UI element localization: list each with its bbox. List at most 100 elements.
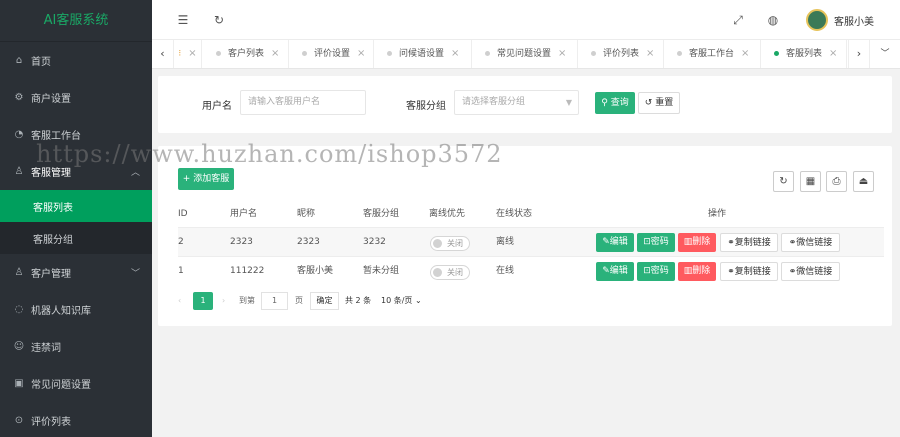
- fullscreen-icon[interactable]: ⤢: [731, 13, 745, 27]
- goto-page-input[interactable]: 1: [261, 292, 288, 310]
- cell-nickname: 客服小美: [297, 266, 334, 276]
- sidebar-item-robot-kb[interactable]: ◌ 机器人知识库: [0, 291, 152, 328]
- sidebar-item-label: 客服列表: [33, 202, 73, 214]
- refresh-icon[interactable]: ↻: [212, 13, 226, 27]
- copy-link-button[interactable]: ⚭复制链接: [720, 262, 778, 281]
- close-icon[interactable]: ×: [558, 48, 566, 59]
- tab-faq-settings[interactable]: 常见问题设置 ×: [473, 40, 578, 68]
- cell-status: 离线: [496, 237, 515, 247]
- wechat-link-button[interactable]: ⚭微信链接: [781, 262, 840, 281]
- page-suffix: 页: [295, 296, 303, 305]
- offline-first-toggle[interactable]: 关闭: [430, 265, 470, 280]
- close-icon[interactable]: ×: [451, 48, 459, 59]
- tab-greeting-settings[interactable]: 问候语设置 ×: [375, 40, 472, 68]
- tab-review-list[interactable]: 评价列表 ×: [579, 40, 664, 68]
- export-icon[interactable]: ⏏: [853, 171, 874, 192]
- sidebar-item-label: 商户设置: [31, 94, 71, 105]
- next-page-icon[interactable]: ›: [222, 292, 225, 310]
- question-icon: ▣: [14, 378, 24, 389]
- sidebar-item-agent-list[interactable]: 客服列表: [0, 190, 152, 222]
- sidebar-item-faq-settings[interactable]: ▣ 常见问题设置: [0, 365, 152, 402]
- star-icon: ⊙: [14, 415, 24, 426]
- wechat-link-button[interactable]: ⚭微信链接: [781, 233, 840, 252]
- column-header: 用户名: [230, 209, 258, 219]
- delete-button[interactable]: ▥删除: [678, 262, 716, 281]
- page-number-current[interactable]: 1: [193, 292, 213, 310]
- sidebar-item-label: 违禁词: [31, 343, 61, 354]
- tab-overflow[interactable]: ⁝ ×: [174, 40, 202, 68]
- group-select[interactable]: 请选择客服分组 ▼: [454, 90, 579, 115]
- username-input[interactable]: 请输入客服用户名: [240, 90, 366, 115]
- user-menu[interactable]: 客服小美: [806, 9, 874, 31]
- caret-down-icon: ⌄: [414, 296, 422, 305]
- table-row: 2 2323 2323 3232 关闭 离线 ✎编辑 ⊡密码 ▥删除 ⚭复制链接…: [178, 227, 884, 256]
- copy-link-button[interactable]: ⚭复制链接: [720, 233, 778, 252]
- offline-first-toggle[interactable]: 关闭: [430, 236, 470, 251]
- delete-button[interactable]: ▥删除: [678, 233, 716, 252]
- cell-group: 暂未分组: [363, 266, 400, 276]
- pencil-icon: ✎: [602, 266, 610, 276]
- column-header: 操作: [708, 209, 727, 219]
- column-filter-icon[interactable]: ▦: [800, 171, 821, 192]
- query-button[interactable]: ⚲ 查询: [595, 92, 635, 114]
- close-icon[interactable]: ×: [741, 48, 749, 59]
- trash-icon: ▥: [683, 266, 693, 276]
- close-icon[interactable]: ×: [829, 48, 837, 59]
- sidebar-item-agent-group[interactable]: 客服分组: [0, 222, 152, 254]
- column-header: ID: [178, 209, 188, 219]
- goto-confirm-button[interactable]: 确定: [310, 292, 339, 310]
- gear-icon: ⚙: [14, 92, 24, 103]
- page-size-select[interactable]: 10 条/页 ⌄: [381, 292, 422, 310]
- password-button[interactable]: ⊡密码: [637, 262, 675, 281]
- close-icon[interactable]: ×: [271, 48, 279, 59]
- lock-icon: ⊡: [643, 266, 651, 276]
- close-icon[interactable]: ×: [188, 48, 196, 59]
- close-icon[interactable]: ×: [357, 48, 365, 59]
- cell-group: 3232: [363, 237, 386, 247]
- sidebar-submenu: 客服列表 客服分组: [0, 190, 152, 254]
- edit-button[interactable]: ✎编辑: [596, 262, 634, 281]
- search-icon: ⚲: [601, 98, 611, 108]
- sidebar-item-merchant-settings[interactable]: ⚙ 商户设置: [0, 79, 152, 116]
- forbidden-icon: ☺: [13, 341, 25, 352]
- table-panel: + 添加客服 ↻ ▦ ⎙ ⏏ ID 用户名 昵称 客服分组 离线优先 在线状态 …: [158, 146, 892, 326]
- total-count: 共 2 条: [345, 296, 372, 305]
- tab-scroll-right-icon[interactable]: ›: [848, 40, 870, 68]
- edit-button[interactable]: ✎编辑: [596, 233, 634, 252]
- lock-icon: ⊡: [643, 237, 651, 247]
- sidebar-item-home[interactable]: ⌂ 首页: [0, 42, 152, 79]
- tab-scroll-left-icon[interactable]: ‹: [152, 40, 174, 68]
- password-button[interactable]: ⊡密码: [637, 233, 675, 252]
- cell-username: 2323: [230, 237, 253, 247]
- sidebar-item-customer-management[interactable]: ♙ 客户管理 ﹀: [0, 254, 152, 291]
- sidebar-item-label: 客户管理: [31, 269, 71, 280]
- trash-icon: ▥: [683, 237, 693, 247]
- print-icon[interactable]: ⎙: [826, 171, 847, 192]
- close-icon[interactable]: ×: [646, 48, 654, 59]
- prev-page-icon[interactable]: ‹: [178, 292, 181, 310]
- tab-workbench[interactable]: 客服工作台 ×: [665, 40, 761, 68]
- tab-bar: ‹ ⁝ × 客户列表 × 评价设置 × 问候语设置 × 常见问题设置 × 评价列表 × 客服…: [152, 40, 900, 69]
- sidebar-item-label: 常见问题设置: [31, 380, 91, 391]
- table-refresh-icon[interactable]: ↻: [773, 171, 794, 192]
- user-name: 客服小美: [834, 16, 874, 28]
- globe-icon[interactable]: ◍: [766, 13, 780, 27]
- column-header: 离线优先: [429, 209, 466, 219]
- watermark-text: https://www.huzhan.com/ishop3572: [36, 140, 503, 168]
- add-agent-button[interactable]: + 添加客服: [178, 168, 234, 190]
- cell-username: 111222: [230, 266, 265, 276]
- group-label: 客服分组: [406, 101, 446, 112]
- menu-fold-icon[interactable]: ☰: [176, 13, 190, 27]
- tab-review-settings[interactable]: 评价设置 ×: [290, 40, 374, 68]
- sidebar-item-label: 首页: [31, 57, 51, 68]
- tab-customer-list[interactable]: 客户列表 ×: [204, 40, 289, 68]
- tab-agent-list[interactable]: 客服列表 ×: [762, 40, 847, 68]
- sidebar-item-forbidden-words[interactable]: ☺ 违禁词: [0, 328, 152, 365]
- sidebar-item-review-list[interactable]: ⊙ 评价列表: [0, 402, 152, 437]
- caret-down-icon: ▼: [565, 98, 572, 107]
- tab-menu-chevron-down-icon[interactable]: ﹀: [874, 40, 896, 68]
- app-title: AI客服系统: [0, 0, 152, 42]
- reset-button[interactable]: ↺ 重置: [638, 92, 680, 114]
- column-header: 在线状态: [496, 209, 533, 219]
- link-icon: ⚭: [727, 238, 735, 248]
